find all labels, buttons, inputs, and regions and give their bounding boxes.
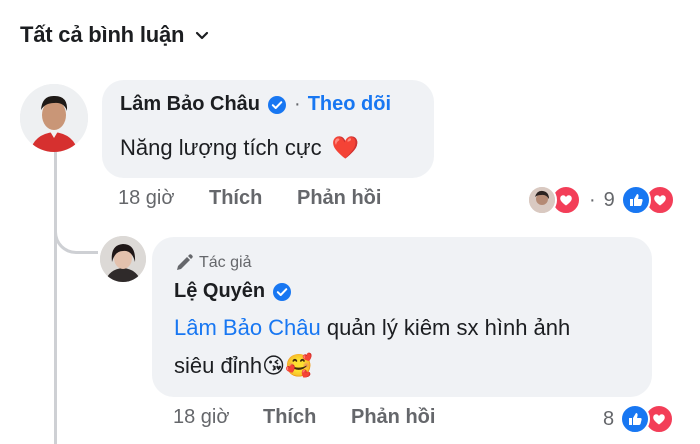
verified-badge-icon <box>268 95 287 114</box>
comment-text-block: Lâm Bảo Châu quản lý kiêm sx hình ảnh si… <box>174 309 644 385</box>
pencil-icon <box>177 254 193 270</box>
profile-photo-icon <box>100 236 146 282</box>
reaction-summary[interactable]: 8 <box>603 404 675 434</box>
author-tag-label: Tác giả <box>199 254 252 271</box>
profile-photo-icon <box>20 84 88 152</box>
follow-button[interactable]: Theo dõi <box>308 93 391 116</box>
reactor-photo-icon <box>529 187 555 213</box>
comments-filter-label: Tất cả bình luận <box>20 22 185 47</box>
comment-text: Năng lượng tích cực <box>120 135 322 160</box>
author-tag: Tác giả <box>174 253 251 273</box>
comment-text: quản lý kiêm sx hình ảnh <box>320 315 571 340</box>
emoji-kiss-hearts: 😘🥰 <box>262 353 313 378</box>
comment-text: siêu đỉnh <box>174 353 263 378</box>
reaction-summary[interactable]: · 9 <box>527 185 675 215</box>
like-reaction-icon <box>620 404 651 434</box>
reactor-avatar <box>527 185 557 215</box>
comment-author[interactable]: Lâm Bảo Châu <box>120 93 260 116</box>
heart-emoji: ❤️ <box>331 135 360 160</box>
reaction-count: 8 <box>603 407 615 430</box>
mention-link[interactable]: Lâm Bảo Châu <box>174 315 321 340</box>
comment-time[interactable]: 18 giờ <box>118 187 174 210</box>
like-button[interactable]: Thích <box>209 187 262 209</box>
separator-dot: · <box>294 93 301 115</box>
reply-button[interactable]: Phản hồi <box>297 187 381 209</box>
comments-filter-dropdown[interactable]: Tất cả bình luận <box>20 22 210 48</box>
verified-badge-icon <box>273 282 292 301</box>
comment-time[interactable]: 18 giờ <box>173 406 229 429</box>
comment-text-row: Năng lượng tích cực ❤️ <box>120 129 359 167</box>
reply-connector <box>54 196 98 254</box>
comment-author[interactable]: Lệ Quyên <box>174 280 265 303</box>
reaction-count: 9 <box>603 188 615 211</box>
reaction-separator: · <box>589 188 596 211</box>
avatar[interactable] <box>20 84 88 152</box>
reply-button[interactable]: Phản hồi <box>351 406 435 428</box>
avatar[interactable] <box>100 236 146 282</box>
like-button[interactable]: Thích <box>263 406 316 428</box>
like-reaction-icon <box>620 185 651 215</box>
chevron-down-icon <box>196 31 209 40</box>
